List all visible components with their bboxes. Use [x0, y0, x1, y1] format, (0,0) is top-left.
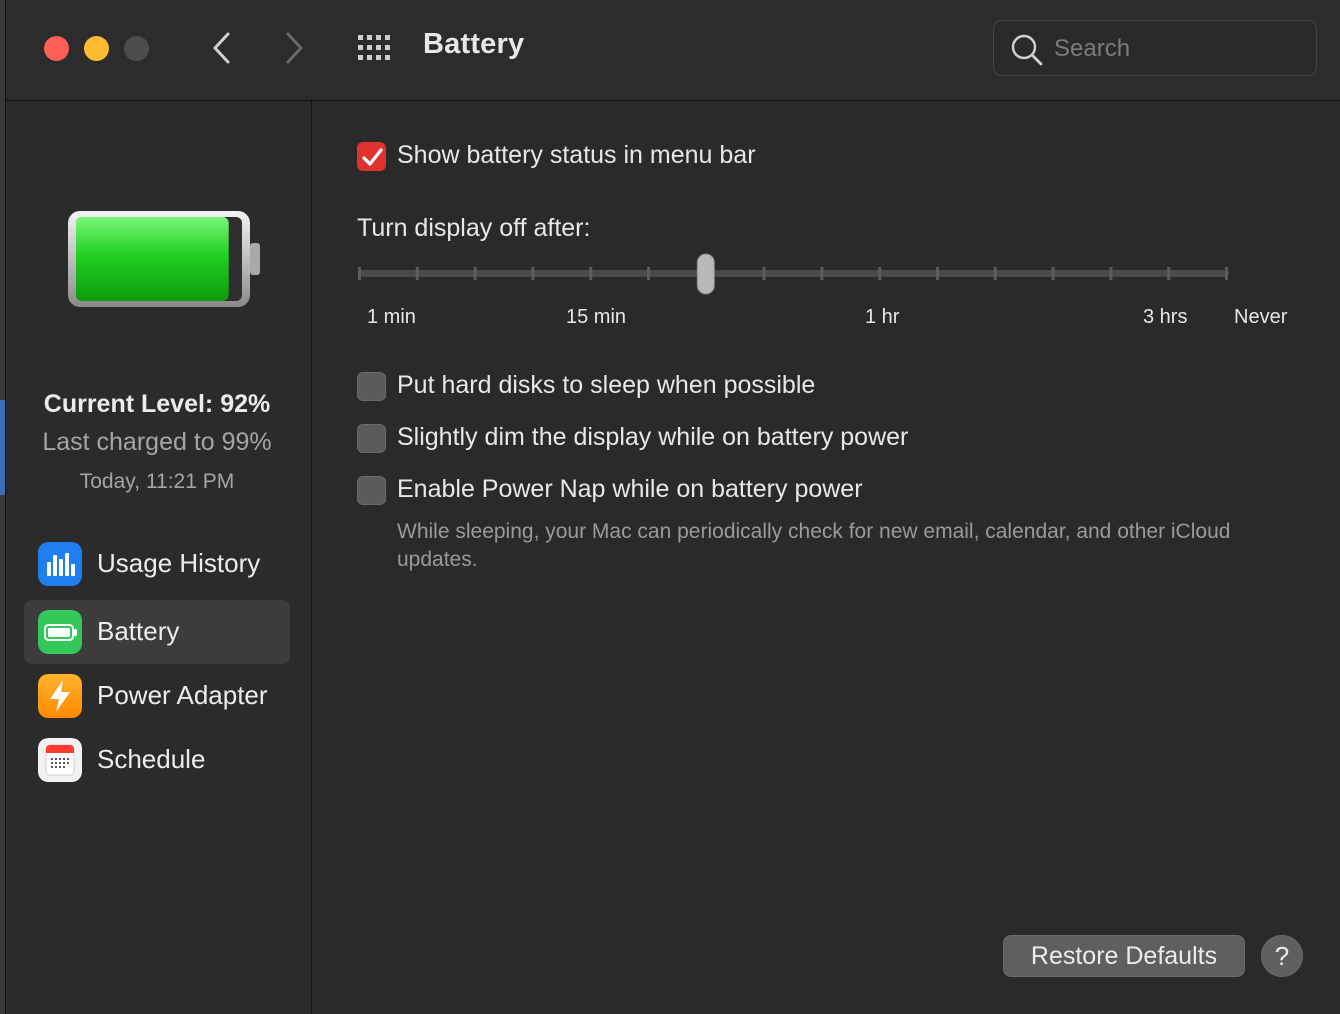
- zoom-button[interactable]: [124, 36, 149, 61]
- show-all-button[interactable]: [356, 33, 394, 63]
- tick-label-never: Never: [1234, 306, 1288, 328]
- slider-tick: [1225, 267, 1228, 280]
- restore-defaults-button[interactable]: Restore Defaults: [1003, 935, 1245, 977]
- slider-tick: [993, 267, 997, 280]
- tick-label-3-hrs: 3 hrs: [1143, 306, 1188, 328]
- forward-button[interactable]: [280, 28, 310, 68]
- slider-tick: [820, 267, 824, 280]
- sidebar-item-battery[interactable]: Battery: [24, 600, 290, 664]
- sidebar-item-label: Power Adapter: [97, 680, 268, 710]
- dim-display-checkbox[interactable]: [357, 424, 386, 453]
- slider-tick: [1109, 267, 1113, 280]
- help-button[interactable]: ?: [1261, 935, 1303, 977]
- slider-tick: [762, 267, 766, 280]
- slider-tick: [589, 267, 593, 280]
- sidebar-item-power-adapter[interactable]: Power Adapter: [24, 664, 290, 728]
- sidebar-item-label: Usage History: [97, 548, 261, 578]
- sidebar-item-label: Battery: [97, 616, 180, 646]
- chevron-right-icon: [286, 32, 303, 64]
- lightning-icon: [38, 674, 82, 718]
- sidebar-item-schedule[interactable]: Schedule: [24, 728, 290, 792]
- window-title: Battery: [423, 28, 525, 60]
- slider-tick: [473, 267, 477, 280]
- current-level-text: Current Level: 92%: [43, 390, 271, 418]
- slider-tick: [358, 267, 361, 280]
- slider-tick: [647, 267, 650, 280]
- show-battery-status-checkbox[interactable]: [357, 142, 386, 171]
- settings-pane: Show battery status in menu bar Turn dis…: [313, 101, 1340, 1014]
- slider-tick: [531, 267, 535, 280]
- charged-time-text: Today, 11:21 PM: [79, 470, 235, 493]
- search-field[interactable]: [993, 20, 1317, 76]
- slider-tick: [1167, 267, 1171, 280]
- display-off-label: Turn display off after:: [357, 214, 591, 242]
- slider-knob[interactable]: [696, 253, 715, 295]
- battery-fill: [76, 217, 229, 301]
- title-bar: Battery: [6, 0, 1340, 101]
- power-nap-checkbox[interactable]: [357, 476, 386, 505]
- hard-disk-sleep-checkbox[interactable]: [357, 372, 386, 401]
- slider-track: [359, 270, 1229, 277]
- tick-label-1-hr: 1 hr: [865, 306, 900, 328]
- display-off-slider[interactable]: [357, 251, 1231, 297]
- back-button[interactable]: [206, 28, 236, 68]
- search-input[interactable]: [1054, 33, 1294, 65]
- checkmark-icon: [362, 148, 383, 166]
- tick-label-1-min: 1 min: [367, 306, 416, 328]
- battery-icon: [38, 610, 82, 654]
- bar-chart-icon: [38, 542, 82, 586]
- power-nap-label: Enable Power Nap while on battery power: [397, 475, 863, 503]
- sidebar-item-label: Schedule: [97, 744, 206, 774]
- tick-label-15-min: 15 min: [566, 306, 627, 328]
- grid-icon: [358, 35, 390, 60]
- close-button[interactable]: [44, 36, 69, 61]
- slider-tick: [1051, 267, 1055, 280]
- search-icon: [1011, 34, 1043, 66]
- last-charged-text: Last charged to 99%: [42, 428, 272, 456]
- chevron-left-icon: [213, 32, 230, 64]
- hard-disk-sleep-label: Put hard disks to sleep when possible: [397, 371, 816, 399]
- sidebar: Current Level: 92% Last charged to 99% T…: [6, 101, 312, 1014]
- minimize-button[interactable]: [84, 36, 109, 61]
- sidebar-item-usage-history[interactable]: Usage History: [24, 532, 290, 596]
- dim-display-label: Slightly dim the display while on batter…: [397, 423, 909, 451]
- slider-tick: [878, 267, 882, 280]
- show-battery-status-label: Show battery status in menu bar: [397, 141, 756, 169]
- slider-tick: [415, 267, 419, 280]
- battery-preferences-window: Battery Search Current Level: 92% Last c…: [5, 0, 1340, 1014]
- power-nap-note: While sleeping, your Mac can periodicall…: [397, 520, 1231, 571]
- battery-level-graphic: [68, 211, 260, 307]
- slider-tick: [936, 267, 939, 280]
- calendar-icon: [38, 738, 82, 782]
